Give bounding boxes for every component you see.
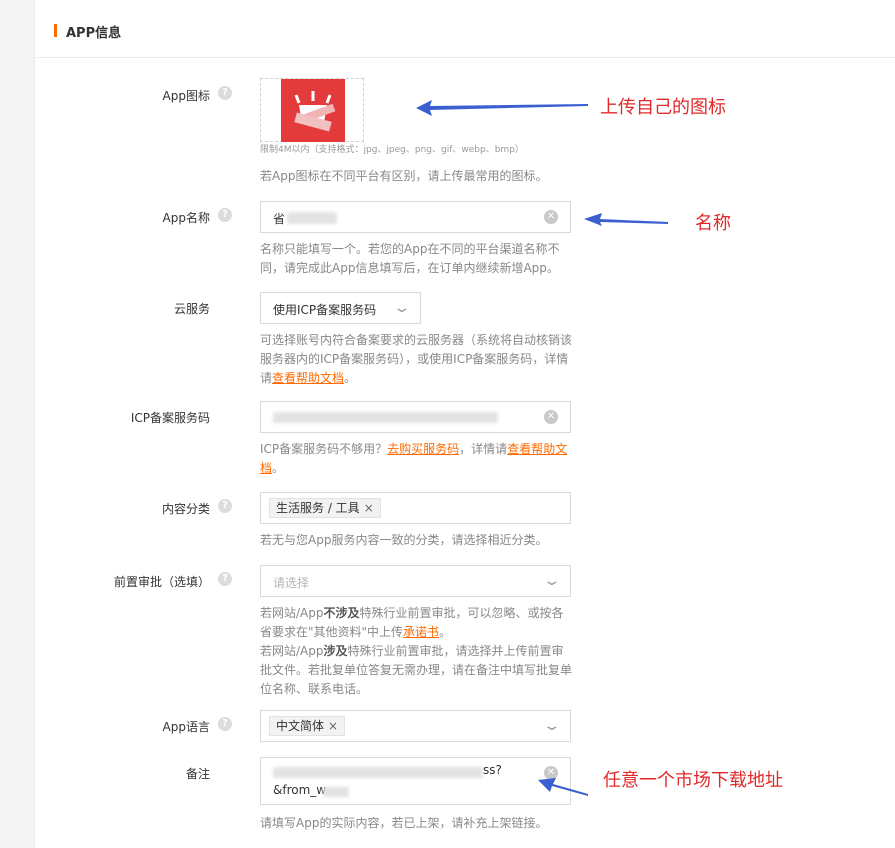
arrow-name (584, 213, 668, 226)
annotation-name: 名称 (695, 213, 731, 234)
arrow-upload-icon (416, 100, 588, 116)
annotation-upload-icon: 上传自己的图标 (600, 97, 726, 118)
arrow-market-url (538, 778, 588, 796)
annotation-arrows (416, 100, 668, 796)
annotation-market-url: 任意一个市场下载地址 (603, 770, 783, 791)
